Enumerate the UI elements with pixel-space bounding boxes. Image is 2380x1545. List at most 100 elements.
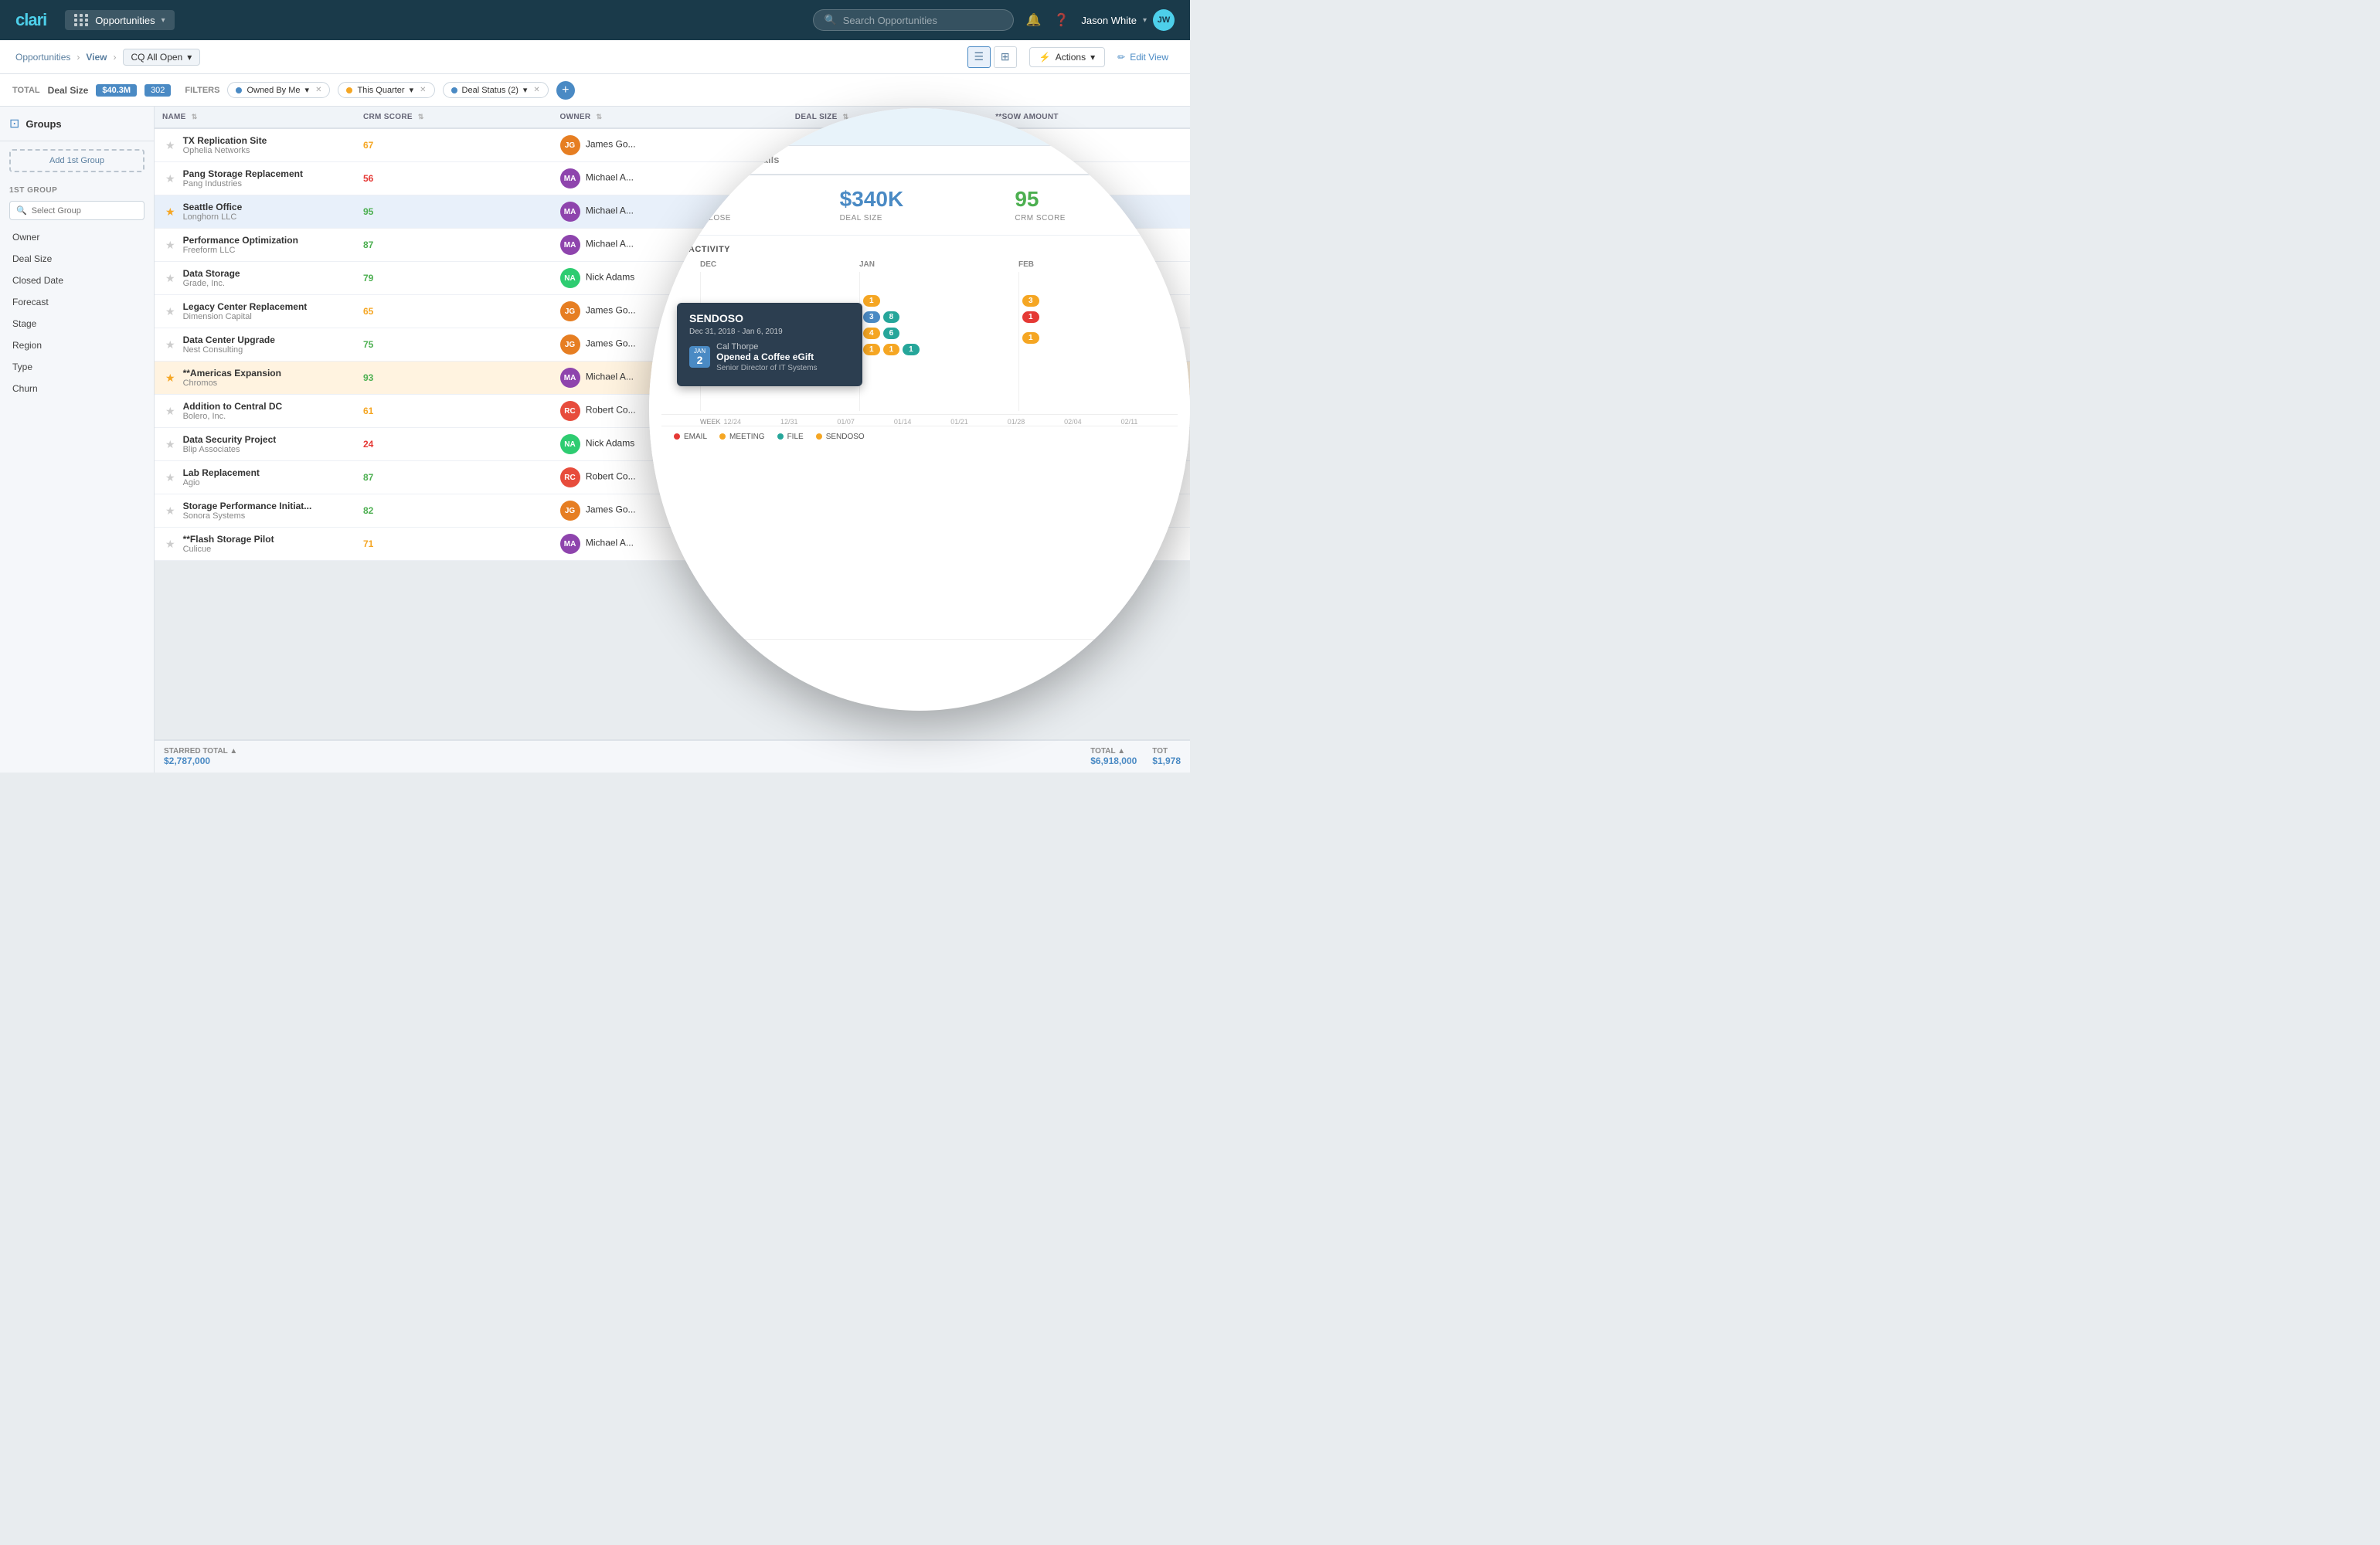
week-12-31: 12/31 — [780, 415, 837, 426]
activity-pill: 1 — [903, 344, 920, 355]
sidebar-item-deal-size[interactable]: Deal Size — [0, 248, 154, 270]
filter-chip3-chevron: ▾ — [523, 85, 528, 95]
list-view-btn[interactable]: ☰ — [967, 46, 991, 68]
filter-chip2-close[interactable]: ✕ — [420, 86, 426, 94]
sidebar-item-stage[interactable]: Stage — [0, 313, 154, 334]
star-button[interactable]: ★ — [162, 471, 178, 484]
breadcrumb-current-view[interactable]: CQ All Open ▾ — [123, 49, 201, 66]
filter-owned-by-me[interactable]: Owned By Me ▾ ✕ — [227, 82, 330, 98]
cell-name: ★ Addition to Central DC Bolero, Inc. — [155, 395, 355, 428]
search-placeholder: Search Opportunities — [843, 15, 937, 26]
cell-name: ★ **Flash Storage Pilot Culicue — [155, 528, 355, 561]
star-button[interactable]: ★ — [162, 338, 178, 351]
sidebar-item-type[interactable]: Type — [0, 356, 154, 378]
legend-meeting-dot — [719, 433, 726, 440]
owner-name: Nick Adams — [586, 438, 634, 449]
owner-name: James Go... — [586, 139, 636, 150]
tooltip-person: Cal Thorpe — [716, 342, 817, 351]
sidebar-search[interactable]: 🔍 — [9, 201, 144, 220]
tooltip-date: JAN 2 Cal Thorpe Opened a Coffee eGift S… — [689, 342, 818, 372]
breadcrumb-root[interactable]: Opportunities — [15, 52, 70, 63]
owner-name: Michael A... — [586, 172, 634, 183]
crm-score-value: 87 — [363, 239, 373, 250]
edit-icon: ✏ — [1117, 52, 1125, 63]
col-owner: OWNER ⇅ — [552, 107, 787, 128]
view-toggle: ☰ ⊞ — [967, 46, 1017, 68]
edit-view-button[interactable]: ✏ Edit View — [1111, 48, 1175, 66]
cell-name: ★ Data Center Upgrade Nest Consulting — [155, 328, 355, 362]
sidebar-search-input[interactable] — [32, 206, 138, 216]
top-nav: clari Opportunities ▾ 🔍 Search Opportuni… — [0, 0, 1190, 40]
cell-name: ★ Seattle Office Longhorn LLC — [155, 195, 355, 229]
cell-crm: 61 — [355, 395, 552, 428]
opp-name: Performance Optimization — [183, 235, 298, 246]
sidebar-item-churn[interactable]: Churn — [0, 378, 154, 399]
opp-name: **Americas Expansion — [183, 368, 281, 379]
activity-pill: 1 — [1022, 332, 1039, 344]
add-filter-button[interactable]: + — [556, 81, 575, 100]
breadcrumb-view[interactable]: View — [86, 52, 107, 63]
filter-chip1-chevron: ▾ — [305, 85, 310, 95]
filter-bar: Total Deal Size $40.3M 302 Filters Owned… — [0, 74, 1190, 107]
user-menu[interactable]: Jason White ▾ JW — [1081, 9, 1175, 31]
footer-total-value: $6,918,000 — [1090, 756, 1137, 766]
stat-size-value: $340K — [840, 188, 1000, 212]
star-button[interactable]: ★ — [162, 372, 178, 385]
crm-score-value: 79 — [363, 273, 373, 284]
star-button[interactable]: ★ — [162, 538, 178, 551]
app-name-label: Opportunities — [95, 15, 155, 26]
total-label: Total — [12, 86, 40, 95]
owner-badge: MA — [560, 168, 580, 188]
notifications-bell-icon[interactable]: 🔔 — [1026, 12, 1042, 28]
opp-name: Lab Replacement — [183, 467, 260, 478]
legend-sendoso-label: SENDOSO — [826, 433, 865, 441]
owner-name: James Go... — [586, 338, 636, 349]
legend-email-dot — [674, 433, 680, 440]
breadcrumb-bar: Opportunities › View › CQ All Open ▾ ☰ ⊞… — [0, 40, 1190, 74]
grid-view-btn[interactable]: ⊞ — [994, 46, 1017, 68]
global-search[interactable]: 🔍 Search Opportunities — [813, 9, 1014, 31]
owner-badge: MA — [560, 202, 580, 222]
sidebar-item-closed-date[interactable]: Closed Date — [0, 270, 154, 291]
owner-name: Robert Co... — [586, 405, 636, 416]
star-button[interactable]: ★ — [162, 239, 178, 252]
opp-name: Storage Performance Initiat... — [183, 501, 312, 511]
chart-col-feb: 3 1 1 — [1018, 272, 1178, 411]
activity-pill: 1 — [863, 295, 880, 307]
cell-crm: 75 — [355, 328, 552, 362]
filter-deal-status[interactable]: Deal Status (2) ▾ ✕ — [443, 82, 549, 98]
filter-this-quarter[interactable]: This Quarter ▾ ✕ — [338, 82, 434, 98]
star-button[interactable]: ★ — [162, 139, 178, 152]
filter-chip1-close[interactable]: ✕ — [315, 86, 321, 94]
sidebar-item-region[interactable]: Region — [0, 334, 154, 356]
owner-name: Robert Co... — [586, 471, 636, 482]
user-chevron-icon: ▾ — [1143, 16, 1147, 25]
chart-weeks: WEEK 12/24 12/31 01/07 01/14 01/21 01/28… — [661, 414, 1178, 426]
deal-activity-title: DEAL ACTIVITY — [661, 245, 1178, 254]
opp-company: Agio — [183, 478, 260, 487]
cell-crm: 71 — [355, 528, 552, 561]
app-switcher[interactable]: Opportunities ▾ — [65, 10, 174, 30]
week-label: WEEK — [700, 415, 721, 426]
star-button[interactable]: ★ — [162, 272, 178, 285]
sidebar-item-forecast[interactable]: Forecast — [0, 291, 154, 313]
star-button[interactable]: ★ — [162, 438, 178, 451]
help-icon[interactable]: ❓ — [1054, 12, 1069, 28]
opp-name: Data Center Upgrade — [183, 334, 275, 345]
actions-button[interactable]: ⚡ Actions ▾ — [1029, 47, 1105, 67]
star-button[interactable]: ★ — [162, 205, 178, 219]
star-button[interactable]: ★ — [162, 504, 178, 518]
star-button[interactable]: ★ — [162, 305, 178, 318]
cell-name: ★ Data Security Project Blip Associates — [155, 428, 355, 461]
add-group-button[interactable]: Add 1st Group — [9, 149, 144, 172]
star-button[interactable]: ★ — [162, 172, 178, 185]
count-badge: 302 — [144, 84, 171, 97]
jan-badge: JAN 2 — [689, 346, 710, 368]
legend-email: EMAIL — [674, 433, 707, 441]
star-button[interactable]: ★ — [162, 405, 178, 418]
crm-score-value: 65 — [363, 306, 373, 317]
sidebar-item-owner[interactable]: Owner — [0, 226, 154, 248]
filter-chip3-close[interactable]: ✕ — [533, 86, 539, 94]
cell-name: ★ TX Replication Site Ophelia Networks — [155, 128, 355, 162]
crm-score-value: 61 — [363, 406, 373, 416]
